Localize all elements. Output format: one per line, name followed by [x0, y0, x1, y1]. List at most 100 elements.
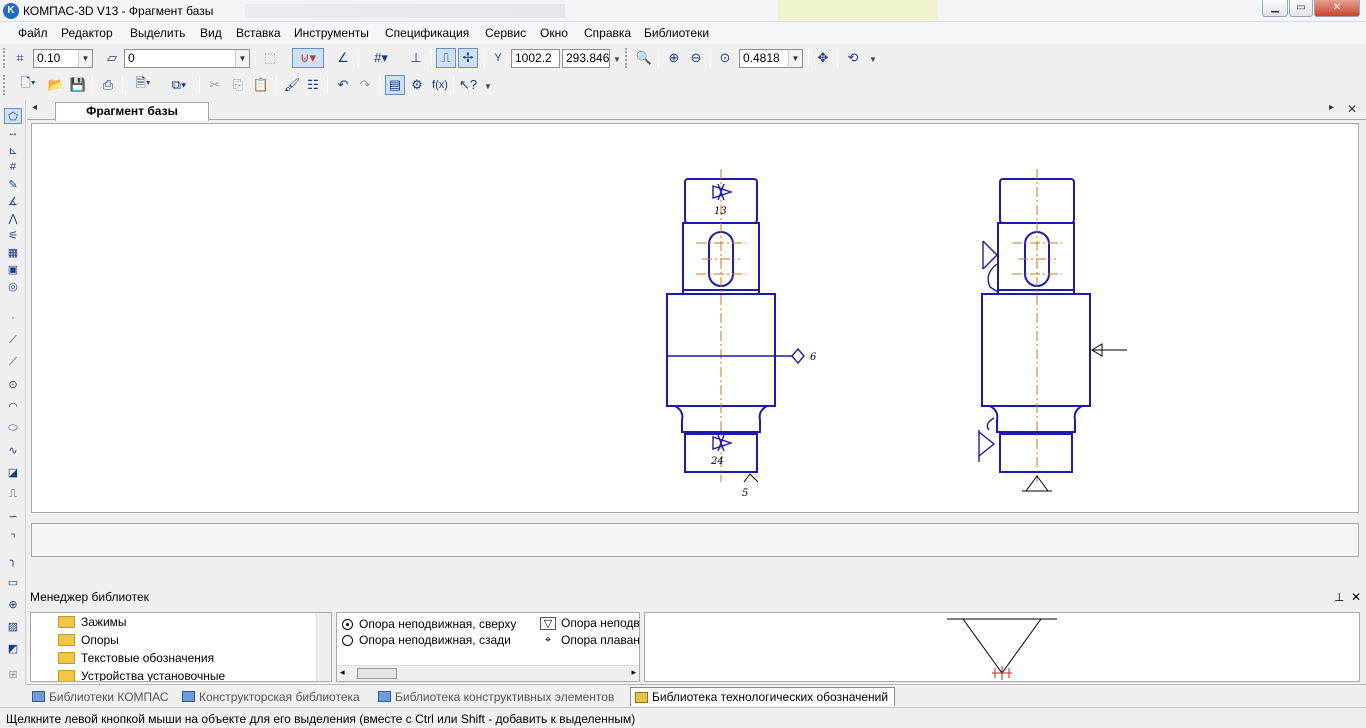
library-close-icon[interactable]: ✕ [1351, 590, 1361, 604]
zoom-in-icon[interactable]: ⊕ [664, 48, 684, 68]
toolbar-overflow-icon[interactable]: ▼ [613, 55, 621, 64]
scroll-right-icon[interactable]: ▸ [631, 667, 636, 678]
fillet-icon[interactable]: ╮ [4, 552, 22, 568]
layer-combo[interactable]: 0 ▼ [124, 49, 250, 68]
drawing-canvas[interactable]: 13 6 24 5 [31, 123, 1359, 513]
chamfer-icon[interactable]: ⌝ [4, 530, 22, 546]
paste-icon[interactable]: 📋 [251, 75, 271, 95]
scroll-left-icon[interactable]: ◂ [340, 667, 345, 678]
menu-window[interactable]: Окно [540, 26, 568, 40]
geometry-panel-icon[interactable]: ⬠ [4, 108, 22, 124]
new-document-icon[interactable]: 🗋▾ [12, 75, 44, 95]
step-combo[interactable]: 0.10 ▼ [33, 49, 93, 68]
copy-icon[interactable]: ⎘ [228, 75, 248, 95]
menu-help[interactable]: Справка [584, 26, 631, 40]
maximize-button[interactable]: ▭ [1289, 0, 1313, 17]
zoom-combo[interactable]: 0.4818 ▼ [739, 49, 803, 68]
tab-technological-symbols[interactable]: Библиотека технологических обозначений [630, 687, 896, 706]
format-painter-icon[interactable]: 🖌 [282, 75, 302, 95]
toolbar-grip[interactable] [625, 48, 628, 68]
tab-structural-elements[interactable]: Библиотека конструктивных элементов [378, 687, 614, 706]
menu-service[interactable]: Сервис [485, 26, 526, 40]
redo-icon[interactable]: ↷ [355, 75, 375, 95]
chevron-down-icon[interactable]: ▼ [788, 50, 802, 67]
menu-tools[interactable]: Инструменты [294, 26, 369, 40]
menu-insert[interactable]: Вставка [236, 26, 281, 40]
coord-x-field[interactable]: 1002.2 [511, 49, 560, 68]
measure-panel-icon[interactable]: ∡ [4, 193, 22, 209]
library-items[interactable]: Опора неподвижная, сверху Опора неподвиж… [336, 612, 640, 682]
zoom-out-icon[interactable]: ⊖ [686, 48, 706, 68]
menu-libraries[interactable]: Библиотеки [644, 26, 709, 40]
zoom-scale-icon[interactable]: ⊙ [715, 48, 735, 68]
tab-scroll-right-icon[interactable]: ▸ [1329, 102, 1334, 113]
list-item[interactable]: Опора неподвижная, сзади [342, 633, 511, 647]
local-cs-icon[interactable]: ⊥ [406, 48, 426, 68]
items-scrollbar[interactable]: ◂ ▸ [337, 665, 639, 681]
fragment-panel-icon[interactable]: ◎ [4, 278, 22, 294]
grid-icon[interactable]: #▾ [366, 48, 396, 68]
hatch-icon[interactable]: ◪ [4, 464, 22, 480]
rectangle-icon[interactable]: ▭ [4, 574, 22, 590]
toolbar-grip[interactable] [3, 75, 6, 95]
coord-y-field[interactable]: 293.846 [562, 49, 610, 68]
tree-item[interactable]: Текстовые обозначения [58, 651, 214, 665]
ortho-mode-icon[interactable]: ⎍ [436, 48, 456, 68]
tree-item[interactable]: Устройства установочные [58, 669, 225, 681]
segment-icon[interactable]: ⟋ [4, 354, 22, 370]
circle-icon[interactable]: ⊙ [4, 376, 22, 392]
chevron-down-icon[interactable]: ▼ [78, 50, 92, 67]
toolbar-overflow-icon[interactable]: ▼ [484, 82, 492, 91]
variables-icon[interactable]: f(x) [429, 75, 451, 95]
add-library-icon[interactable]: ⊕ [4, 596, 22, 612]
tab-scroll-left-icon[interactable]: ◂ [32, 102, 37, 113]
tab-fragment[interactable]: Фрагмент базы [55, 102, 209, 121]
list-item[interactable]: Опора неподвижная, сверху [342, 617, 516, 631]
tab-kompas-libraries[interactable]: Библиотеки КОМПАС [32, 687, 169, 706]
pin-icon[interactable]: ⊥ [1334, 590, 1344, 604]
close-button[interactable]: ✕ [1314, 0, 1360, 17]
tree-item[interactable]: Опоры [58, 633, 119, 647]
round-mode-icon[interactable]: ✢ [458, 48, 478, 68]
spline-icon[interactable]: ∿ [4, 442, 22, 458]
menu-editor[interactable]: Редактор [61, 26, 113, 40]
preview-icon[interactable]: 🗎▾ [128, 75, 158, 95]
menu-specification[interactable]: Спецификация [385, 26, 469, 40]
toolbar-overflow-icon[interactable]: ▼ [869, 55, 877, 64]
library-tree[interactable]: Зажимы Опоры Текстовые обозначения Устро… [30, 612, 332, 682]
tree-item[interactable]: Зажимы [58, 615, 127, 629]
tab-design-library[interactable]: Конструкторская библиотека [182, 687, 360, 706]
library-manager-icon[interactable]: ⚙ [407, 75, 427, 95]
symbols-panel-icon[interactable]: ⊾ [4, 142, 22, 158]
fill-icon[interactable]: ◩ [4, 640, 22, 656]
manager-icon[interactable]: ⧉▾ [164, 75, 194, 95]
ellipse-icon[interactable]: ⬭ [4, 420, 22, 436]
tab-close-icon[interactable]: ✕ [1347, 102, 1357, 116]
zoom-window-icon[interactable]: 🔍 [634, 48, 654, 68]
list-item[interactable]: ▽ Опора неподв [540, 616, 639, 630]
scroll-thumb[interactable] [357, 668, 397, 679]
properties-list-icon[interactable]: ☷ [303, 75, 323, 95]
cut-icon[interactable]: ✂ [205, 75, 225, 95]
chevron-down-icon[interactable]: ▼ [235, 50, 249, 67]
menu-select[interactable]: Выделить [130, 26, 185, 40]
context-help-icon[interactable]: ↖? [458, 75, 478, 95]
snap-magnet-icon[interactable]: ⊍▾ [292, 48, 324, 68]
reports-panel-icon[interactable]: ▦ [4, 244, 22, 260]
bezier-icon[interactable]: ∽ [4, 508, 22, 524]
open-folder-icon[interactable]: 📂 [46, 75, 66, 95]
local-snap-icon[interactable]: ∠ [333, 48, 353, 68]
list-item[interactable]: ⌖ Опора плаван [540, 633, 639, 647]
step-cursor-icon[interactable]: ⌗ [10, 48, 30, 68]
print-icon[interactable]: ⎙ [98, 75, 118, 95]
dimensions-panel-icon[interactable]: ↔ [4, 125, 22, 141]
arc-icon[interactable]: ◠ [4, 398, 22, 414]
polyline-icon[interactable]: ⎍ [4, 486, 22, 502]
toolbar-grip[interactable] [3, 48, 6, 68]
parametrization-panel-icon[interactable]: ✎ [4, 176, 22, 192]
layer-icon[interactable]: ▱ [102, 48, 122, 68]
properties-icon[interactable]: ⬚ [260, 48, 280, 68]
point-icon[interactable]: · [4, 310, 22, 326]
equation-icon[interactable]: ⊞ [4, 666, 22, 682]
insert-panel-icon[interactable]: ▣ [4, 261, 22, 277]
